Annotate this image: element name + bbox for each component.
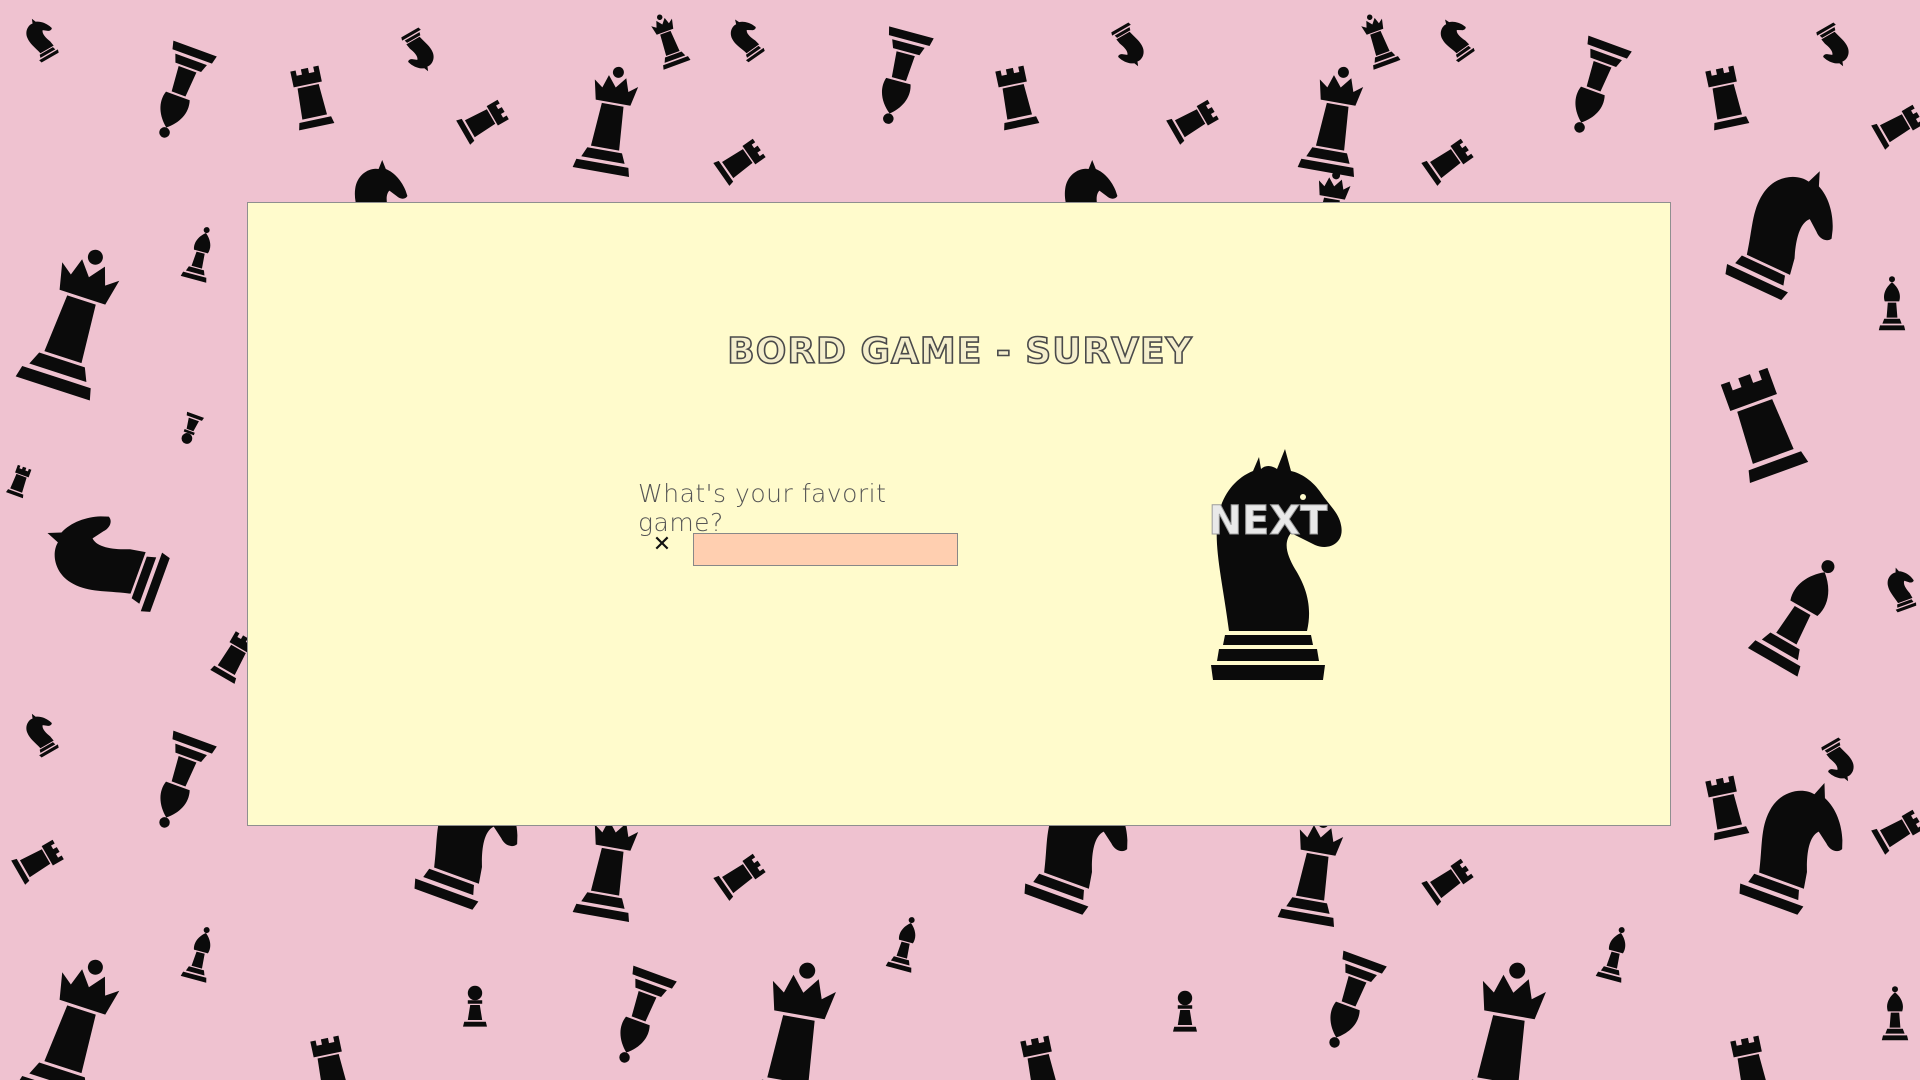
favorite-game-input[interactable]: [693, 533, 958, 566]
close-icon[interactable]: ✕: [650, 533, 674, 557]
next-label: NEXT: [1208, 498, 1328, 545]
page-title: BORD GAME - SURVEY: [726, 330, 1193, 373]
next-button[interactable]: NEXT: [1183, 435, 1353, 695]
question-label: What's your favorit game?: [638, 479, 887, 537]
survey-panel: BORD GAME - SURVEY What's your favorit g…: [247, 202, 1671, 826]
chess-knight-icon: [1211, 449, 1342, 680]
